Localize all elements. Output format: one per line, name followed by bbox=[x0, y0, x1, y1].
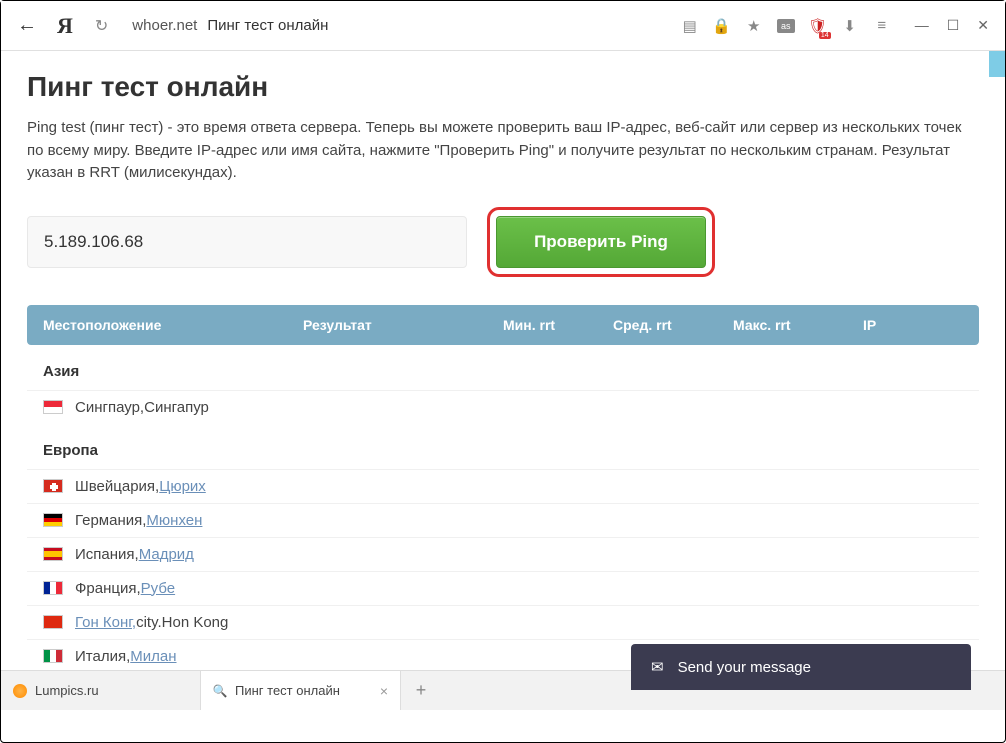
col-min-rrt: Мин. rrt bbox=[503, 317, 613, 333]
location-city[interactable]: Рубе bbox=[141, 580, 175, 597]
asia-list: Сингпаур, Сингапур bbox=[27, 390, 979, 424]
tab-close-button[interactable]: × bbox=[380, 683, 388, 699]
content-area: Пинг тест онлайн Ping test (пинг тест) -… bbox=[1, 51, 1005, 670]
flag-icon bbox=[43, 615, 63, 629]
ping-form: Проверить Ping bbox=[27, 207, 979, 277]
col-avg-rrt: Сред. rrt bbox=[613, 317, 733, 333]
ping-button-highlight: Проверить Ping bbox=[487, 207, 715, 277]
location-row: Гон Конг, city.Hon Kong bbox=[27, 605, 979, 639]
flag-icon bbox=[43, 649, 63, 663]
location-country[interactable]: Гон Конг, bbox=[75, 614, 136, 631]
col-result: Результат bbox=[303, 317, 503, 333]
location-city[interactable]: Мюнхен bbox=[146, 512, 202, 529]
menu-icon[interactable]: ≡ bbox=[873, 17, 891, 35]
col-location: Местоположение bbox=[43, 317, 303, 333]
location-city: Сингапур bbox=[144, 399, 209, 416]
maximize-button[interactable]: ☐ bbox=[947, 17, 960, 34]
location-city[interactable]: Милан bbox=[130, 648, 176, 665]
chat-label: Send your message bbox=[678, 659, 811, 676]
tab-favicon bbox=[13, 684, 27, 698]
location-row: Сингпаур, Сингапур bbox=[27, 390, 979, 424]
location-row: Швейцария, Цюрих bbox=[27, 469, 979, 503]
check-ping-button[interactable]: Проверить Ping bbox=[496, 216, 706, 268]
browser-toolbar: ← Я ↻ whoer.net Пинг тест онлайн ▤ 🔒 ★ a… bbox=[1, 1, 1005, 51]
page-description: Ping test (пинг тест) - это время ответа… bbox=[27, 117, 979, 185]
tab-favicon: 🔍 bbox=[213, 684, 227, 698]
flag-icon bbox=[43, 513, 63, 527]
flag-icon bbox=[43, 547, 63, 561]
yandex-logo[interactable]: Я bbox=[57, 13, 73, 39]
toolbar-icons: ▤ 🔒 ★ as 🛡14 ⬇ ≡ bbox=[681, 17, 891, 35]
flag-icon bbox=[43, 479, 63, 493]
region-europe-title: Европа bbox=[27, 424, 979, 469]
col-ip: IP bbox=[863, 317, 963, 333]
page-title: Пинг тест онлайн bbox=[27, 71, 979, 103]
browser-tab[interactable]: Lumpics.ru bbox=[1, 671, 201, 710]
location-row: Испания, Мадрид bbox=[27, 537, 979, 571]
new-tab-button[interactable]: + bbox=[401, 671, 441, 710]
location-country: Швейцария, bbox=[75, 478, 159, 495]
flag-icon bbox=[43, 400, 63, 414]
tab-title: Lumpics.ru bbox=[35, 683, 188, 698]
location-country: Франция, bbox=[75, 580, 141, 597]
downloads-icon[interactable]: ⬇ bbox=[841, 17, 859, 35]
lastfm-icon[interactable]: as bbox=[777, 19, 795, 33]
shield-badge: 14 bbox=[819, 32, 831, 39]
minimize-button[interactable]: — bbox=[915, 17, 929, 34]
location-city[interactable]: Мадрид bbox=[139, 546, 194, 563]
location-country: Германия, bbox=[75, 512, 146, 529]
region-asia-title: Азия bbox=[27, 345, 979, 390]
location-country: Испания, bbox=[75, 546, 139, 563]
location-row: Германия, Мюнхен bbox=[27, 503, 979, 537]
address-domain: whoer.net bbox=[132, 17, 197, 34]
col-max-rrt: Макс. rrt bbox=[733, 317, 863, 333]
tab-title: Пинг тест онлайн bbox=[235, 683, 372, 698]
scrollbar-thumb[interactable] bbox=[989, 51, 1005, 77]
address-bar[interactable]: whoer.net Пинг тест онлайн bbox=[122, 13, 666, 38]
flag-icon bbox=[43, 581, 63, 595]
mail-icon: ✉ bbox=[651, 658, 664, 676]
location-city: city.Hon Kong bbox=[136, 614, 228, 631]
lock-icon[interactable]: 🔒 bbox=[713, 17, 731, 35]
europe-list: Швейцария, ЦюрихГермания, МюнхенИспания,… bbox=[27, 469, 979, 671]
window-controls: — ☐ ✕ bbox=[915, 17, 989, 34]
bookmark-icon[interactable]: ★ bbox=[745, 17, 763, 35]
reader-icon[interactable]: ▤ bbox=[681, 17, 699, 35]
close-window-button[interactable]: ✕ bbox=[977, 17, 989, 34]
address-page-title: Пинг тест онлайн bbox=[207, 17, 328, 34]
table-header: Местоположение Результат Мин. rrt Сред. … bbox=[27, 305, 979, 345]
chat-widget[interactable]: ✉ Send your message bbox=[631, 644, 971, 690]
ip-input[interactable] bbox=[27, 216, 467, 268]
location-country: Италия, bbox=[75, 648, 130, 665]
browser-tab[interactable]: 🔍 Пинг тест онлайн × bbox=[201, 671, 401, 710]
location-country: Сингпаур, bbox=[75, 399, 144, 416]
adblock-icon[interactable]: 🛡14 bbox=[809, 17, 827, 35]
back-button[interactable]: ← bbox=[17, 14, 37, 37]
refresh-button[interactable]: ↻ bbox=[95, 16, 108, 36]
location-city[interactable]: Цюрих bbox=[159, 478, 206, 495]
location-row: Франция, Рубе bbox=[27, 571, 979, 605]
